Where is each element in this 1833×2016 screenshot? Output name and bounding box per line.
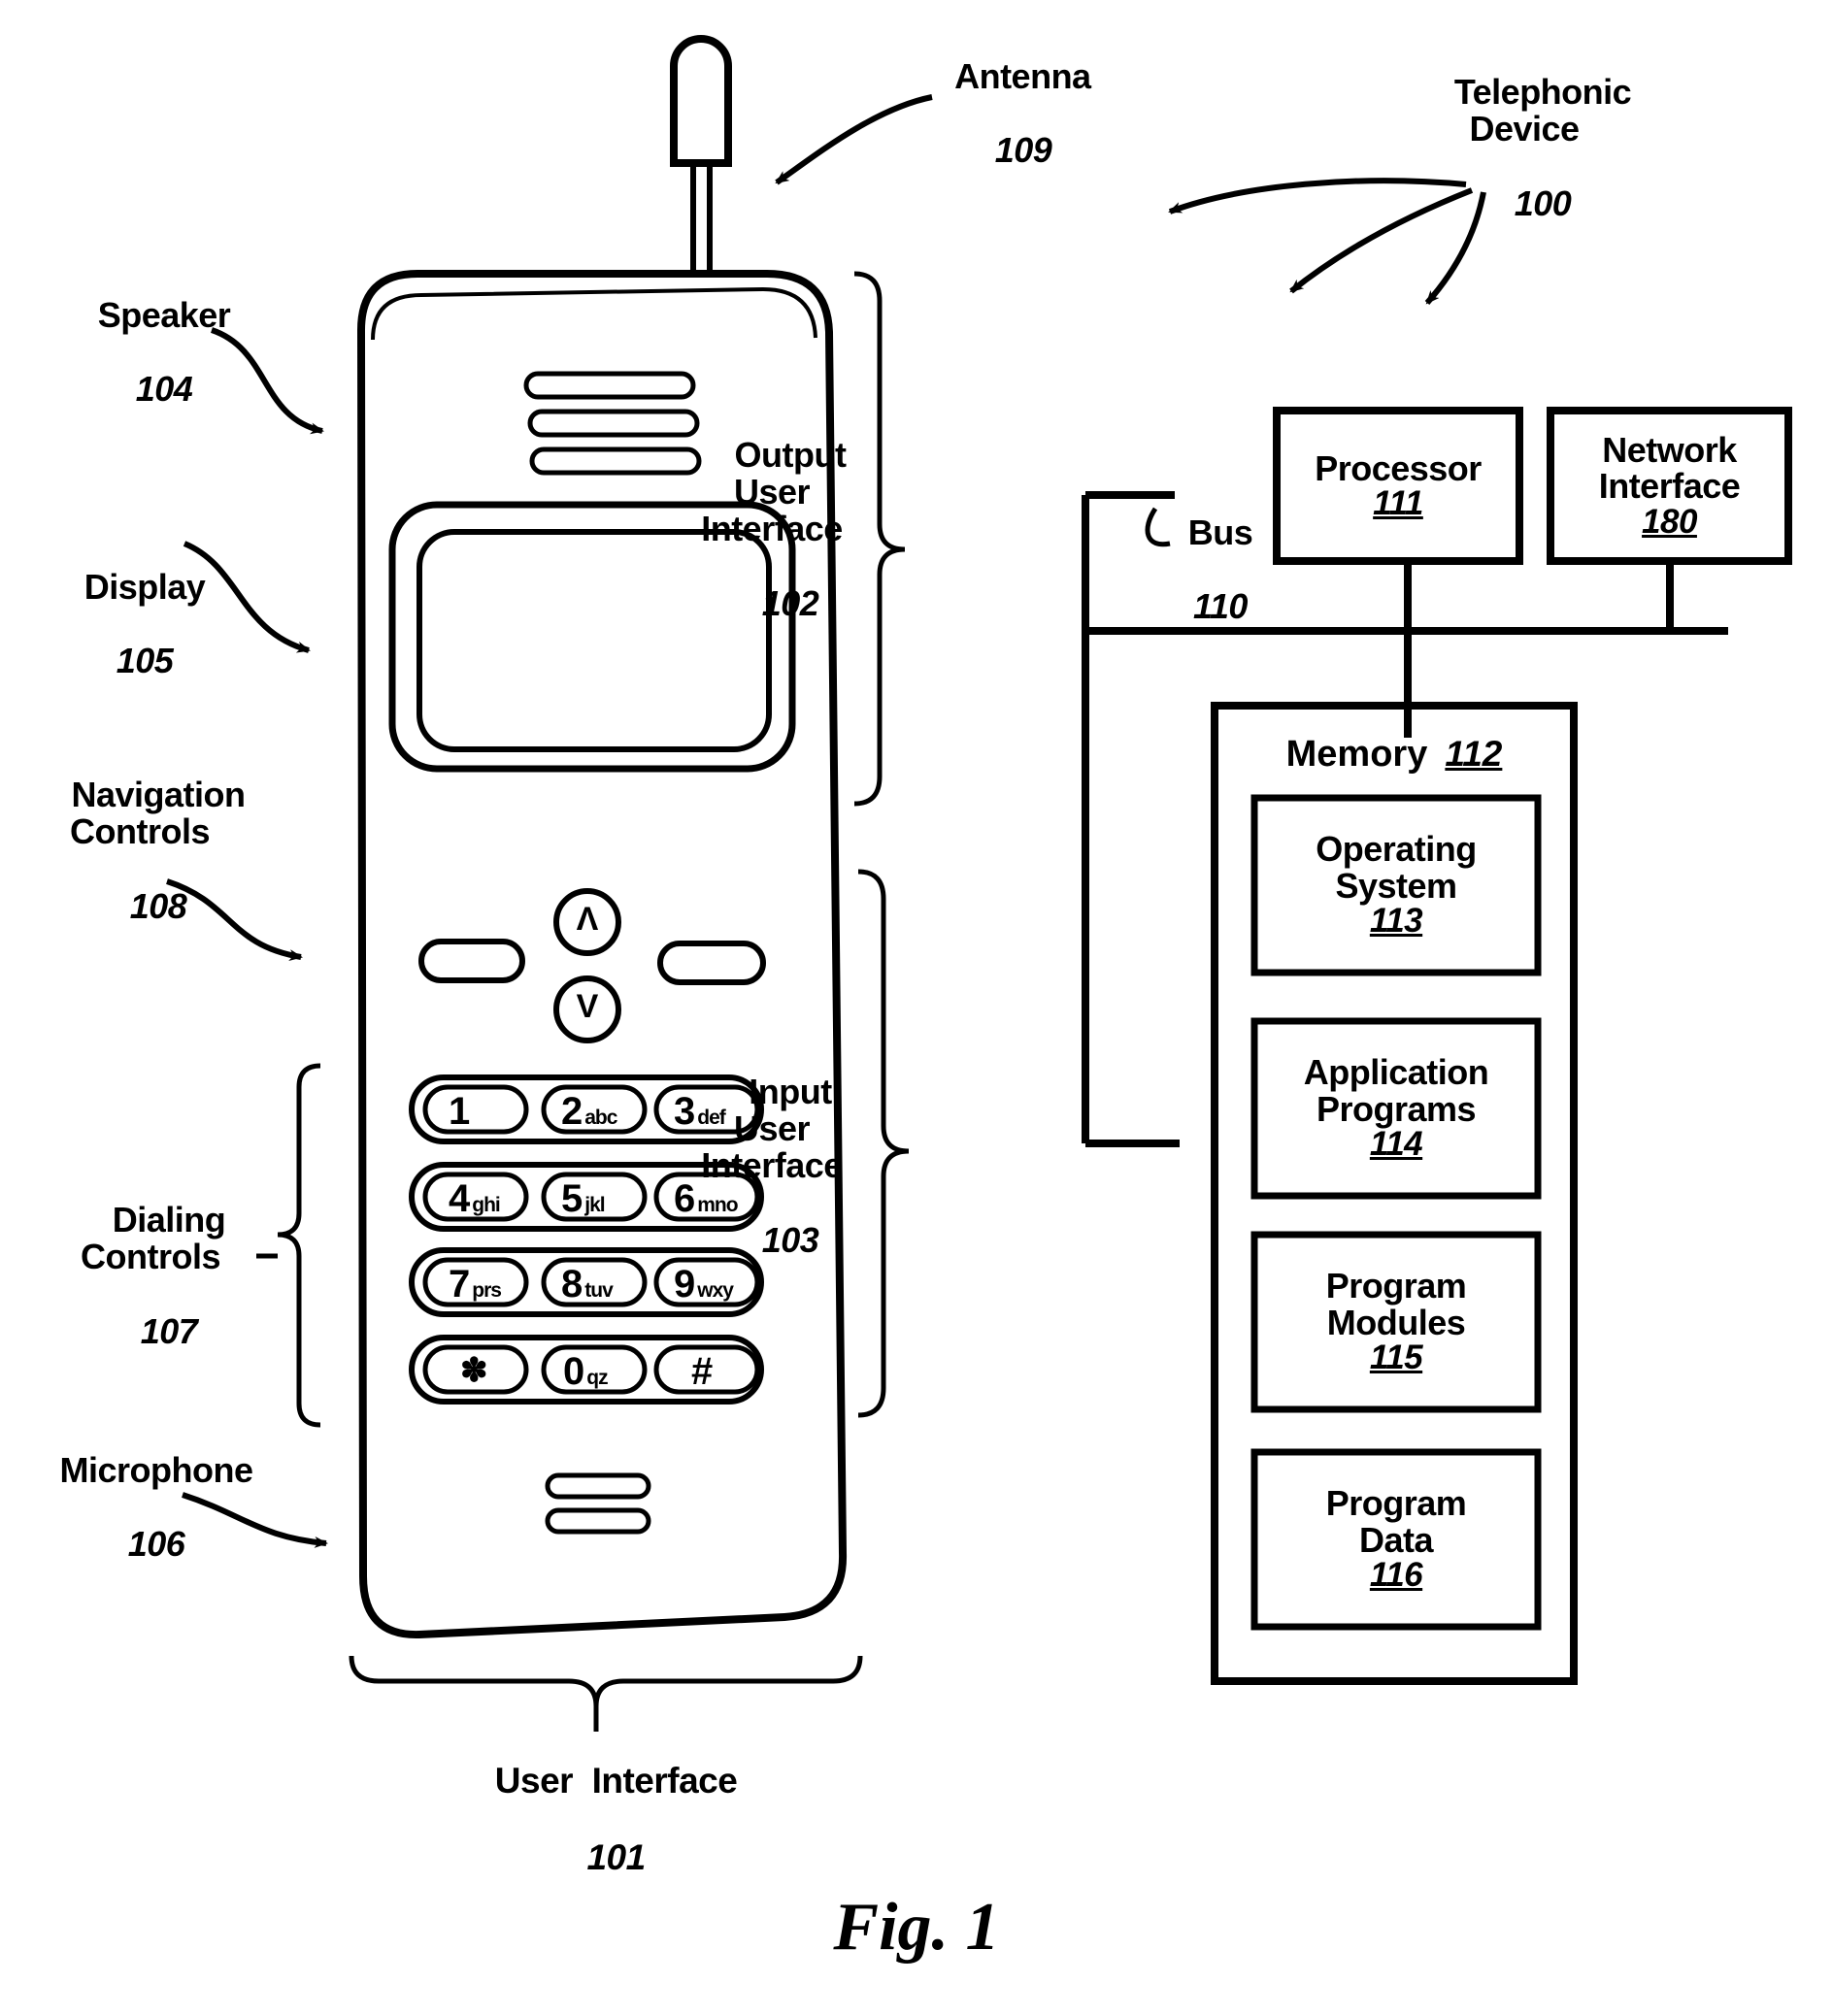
key-6[interactable]: 6 mno: [674, 1177, 739, 1221]
program-data-block: Program Data 116: [1254, 1452, 1538, 1627]
processor-block: Processor 111: [1277, 411, 1519, 561]
key-5[interactable]: 5 jkl: [561, 1177, 606, 1221]
program-modules-label: Program Modules: [1325, 1266, 1467, 1342]
nav-up-icon: Λ: [576, 901, 599, 938]
display-label: Display 105: [83, 567, 206, 681]
speaker-ref: 104: [135, 369, 193, 410]
nav-down-button[interactable]: V: [566, 988, 609, 1026]
navigation-controls-label: Navigation Controls 108: [70, 775, 246, 926]
key-0[interactable]: 0 qz: [563, 1350, 609, 1394]
processor-ref: 111: [1373, 484, 1423, 523]
speaker-label: Speaker 104: [97, 295, 231, 410]
antenna-label: Antenna 109: [954, 56, 1091, 171]
figure-caption: Fig. 1: [833, 1890, 1000, 1965]
key-8[interactable]: 8 tuv: [561, 1263, 614, 1306]
program-data-label: Program Data: [1325, 1483, 1467, 1560]
application-programs-label: Application Programs: [1303, 1052, 1489, 1129]
microphone-ref: 106: [127, 1524, 185, 1565]
dialing-controls-ref: 107: [140, 1310, 198, 1351]
application-programs-block: Application Programs 114: [1254, 1021, 1538, 1196]
key-9[interactable]: 9 wxy: [674, 1263, 734, 1306]
telephonic-device-ref: 100: [1514, 182, 1572, 223]
key-star[interactable]: ✽: [460, 1351, 490, 1390]
patent-figure-page: Antenna 109 Telephonic Device 100 Speake…: [0, 0, 1833, 2016]
operating-system-ref: 113: [1369, 902, 1423, 941]
network-interface-label: Network Interface: [1598, 429, 1741, 507]
application-programs-ref: 114: [1369, 1125, 1423, 1164]
nav-down-icon: V: [576, 988, 599, 1025]
bus-label: Bus 110: [1187, 512, 1253, 627]
input-ui-brace: [857, 869, 910, 1418]
network-interface-block: Network Interface 180: [1550, 411, 1788, 561]
memory-block-header: Memory 112: [1215, 720, 1574, 788]
output-user-interface-ref: 102: [761, 582, 819, 623]
output-user-interface-label: Output User Interface 102: [701, 435, 847, 623]
user-interface-brace: [349, 1655, 863, 1732]
input-user-interface-label: Input User Interface 103: [701, 1072, 843, 1260]
memory-label: Memory: [1285, 733, 1428, 775]
program-modules-ref: 115: [1369, 1338, 1423, 1377]
memory-ref: 112: [1445, 734, 1503, 774]
microphone-grille: [545, 1472, 651, 1535]
input-user-interface-ref: 103: [761, 1219, 819, 1260]
key-1[interactable]: 1: [449, 1090, 472, 1134]
display-ref: 105: [116, 641, 174, 681]
network-interface-ref: 180: [1642, 502, 1697, 541]
processor-label: Processor: [1315, 447, 1482, 488]
dialing-controls-label: Dialing Controls 107: [81, 1200, 226, 1351]
antenna-ref: 109: [994, 130, 1052, 171]
microphone-label: Microphone 106: [59, 1450, 254, 1565]
figure-line-art: [166, 35, 1792, 1732]
key-3[interactable]: 3 def: [674, 1090, 726, 1134]
key-7[interactable]: 7 prs: [449, 1263, 502, 1306]
key-4[interactable]: 4 ghi: [449, 1177, 501, 1221]
nav-up-button[interactable]: Λ: [566, 901, 609, 939]
key-hash[interactable]: #: [691, 1350, 715, 1394]
navigation-controls-ref: 108: [129, 885, 187, 926]
program-modules-block: Program Modules 115: [1254, 1235, 1538, 1409]
antenna-graphic: [670, 35, 732, 270]
operating-system-label: Operating System: [1316, 829, 1477, 906]
telephonic-device-label: Telephonic Device 100: [1453, 72, 1632, 223]
speaker-grille: [523, 371, 702, 476]
user-interface-ref: 101: [586, 1836, 646, 1877]
key-2[interactable]: 2 abc: [561, 1090, 617, 1134]
operating-system-block: Operating System 113: [1254, 798, 1538, 973]
bus-ref: 110: [1193, 586, 1248, 627]
program-data-ref: 116: [1369, 1556, 1423, 1595]
user-interface-label: User Interface 101: [494, 1761, 738, 1877]
